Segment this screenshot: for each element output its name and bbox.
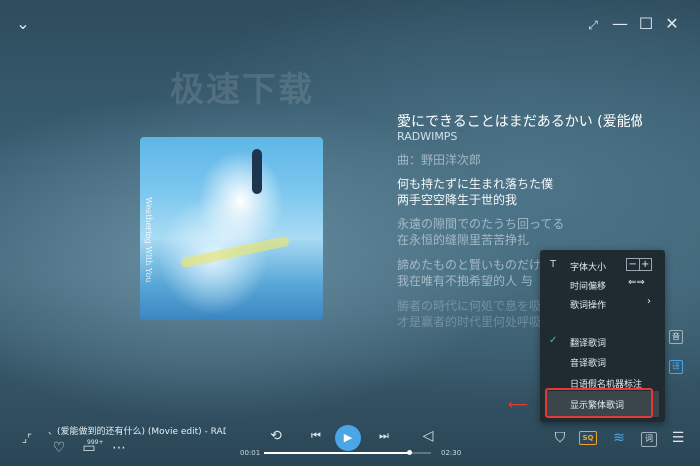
watermark-text: 极速下载 — [170, 70, 314, 110]
lyric-line: 才是赢者的时代里何处呼吸 — [397, 315, 542, 329]
elapsed-time: 00:01 — [240, 449, 261, 457]
check-icon: ✓ — [549, 335, 558, 346]
lyric-line: 勝者の時代に何処で息を吸う — [397, 299, 554, 313]
total-time: 02:30 — [441, 449, 462, 457]
cover-title-text: Weathering With You — [144, 197, 153, 283]
lyric-line: 諦めたものと賢いものだけ — [397, 258, 542, 272]
song-artist[interactable]: RADWIMPS — [397, 130, 457, 143]
menu-item-translate[interactable]: 翻译歌词 — [570, 336, 606, 349]
font-size-icon: T — [550, 259, 557, 270]
now-playing-title: 、(爱能做到的还有什么) (Movie edit) - RAD — [48, 427, 226, 437]
previous-icon[interactable]: ⏮ — [307, 428, 325, 446]
font-increase-button[interactable]: + — [640, 259, 652, 270]
cover-light-stripe — [180, 235, 290, 269]
more-icon[interactable]: ⋯ — [110, 440, 128, 458]
lyric-line: 永遠の隙間でのたうち回ってる — [397, 217, 565, 231]
highlight-annotation-box — [545, 388, 653, 418]
lyric-line: 在永恒的缝隙里苦苦挣扎 — [397, 233, 530, 247]
font-decrease-button[interactable]: − — [627, 259, 640, 270]
chevron-down-icon[interactable]: ⌄ — [14, 16, 32, 34]
repeat-icon[interactable]: ⟲ — [267, 428, 285, 446]
menu-item-font-size[interactable]: 字体大小 — [570, 260, 606, 273]
chevron-right-icon: › — [647, 296, 651, 307]
skin-shirt-icon[interactable]: ⛉ — [551, 430, 569, 448]
font-size-control: − + — [626, 258, 652, 271]
close-button[interactable]: ✕ — [663, 16, 681, 34]
menu-item-lyric-ops[interactable]: 歌词操作 — [570, 298, 606, 311]
song-title: 愛にできることはまだあるかい (爱能做… — [397, 114, 642, 130]
next-icon[interactable]: ⏭ — [375, 428, 393, 446]
lyric-line: 何も持たずに生まれ落ちた僕 — [397, 177, 554, 191]
heart-icon[interactable]: ♡ — [50, 440, 68, 458]
minimize-button[interactable]: — — [611, 16, 629, 34]
menu-item-phonetic[interactable]: 音译歌词 — [570, 356, 606, 369]
playlist-icon[interactable]: ☰ — [669, 430, 687, 448]
lyric-button[interactable]: 词 — [641, 432, 657, 447]
maximize-button[interactable]: ☐ — [637, 16, 655, 34]
comment-count-badge: 999+ — [87, 439, 104, 446]
progress-fill — [264, 452, 410, 454]
annotation-arrow-icon: ⟵ — [508, 397, 529, 413]
menu-item-time-offset[interactable]: 时间偏移 — [570, 279, 606, 292]
collapse-icon[interactable]: ⌟⌜ — [18, 431, 36, 449]
volume-icon[interactable]: ◁ — [419, 428, 437, 446]
lyric-line: 两手空空降生于世的我 — [397, 193, 518, 207]
quality-badge[interactable]: SQ — [579, 431, 597, 445]
cover-figure — [252, 149, 262, 194]
sound-effect-icon[interactable]: ≋ — [610, 430, 628, 448]
play-button[interactable]: ▶ — [335, 425, 361, 451]
translate-lyric-button[interactable]: 译 — [669, 360, 683, 374]
offset-arrows-icon[interactable]: ⇐⇒ — [628, 277, 645, 288]
mini-mode-icon[interactable]: ⤢ — [584, 17, 602, 35]
lyric-line: 我在唯有不抱希望的人 与 — [397, 274, 533, 288]
progress-handle[interactable] — [407, 450, 413, 455]
lyric-composer: 曲：野田洋次郎 — [397, 153, 482, 167]
album-cover: Weathering With You — [140, 137, 323, 320]
sound-lyric-button[interactable]: 音 — [669, 330, 683, 344]
